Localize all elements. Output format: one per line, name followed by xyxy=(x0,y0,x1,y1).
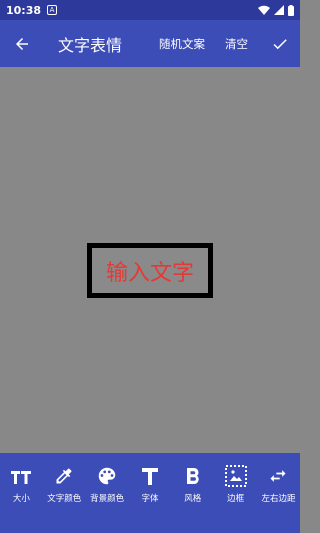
swap-horizontal-icon xyxy=(265,463,291,489)
back-button[interactable] xyxy=(0,20,44,67)
wifi-icon xyxy=(258,5,270,15)
tool-style[interactable]: 风格 xyxy=(173,459,213,533)
tool-text-color[interactable]: 文字颜色 xyxy=(44,459,84,533)
tool-label: 风格 xyxy=(184,494,202,504)
text-box-text: 输入文字 xyxy=(105,260,194,286)
app-bar: 文字表情 随机文案 清空 xyxy=(0,20,300,67)
tool-label: 字体 xyxy=(141,494,159,504)
tool-size[interactable]: 大小 xyxy=(1,459,41,533)
arrow-back-icon xyxy=(16,37,28,50)
tool-label: 大小 xyxy=(12,494,30,504)
palette-icon xyxy=(94,463,120,489)
signal-icon xyxy=(274,5,284,15)
notification-icon: A xyxy=(47,5,58,15)
text-size-icon xyxy=(8,463,34,489)
preview-canvas: 输入文字 xyxy=(0,67,300,453)
border-image-icon xyxy=(223,463,249,489)
random-text-button[interactable]: 随机文案 xyxy=(159,36,205,52)
tool-label: 边框 xyxy=(227,494,245,504)
bottom-toolbar: 大小 文字颜色 背景颜色 字体 风格 边框 左右边距 xyxy=(0,453,300,533)
status-bar: 10:38 A xyxy=(0,0,300,20)
tool-label: 背景颜色 xyxy=(90,494,125,504)
check-icon xyxy=(273,38,287,49)
tool-label: 文字颜色 xyxy=(47,494,82,504)
text-box[interactable]: 输入文字 xyxy=(87,243,213,298)
tool-bg-color[interactable]: 背景颜色 xyxy=(87,459,127,533)
tool-border[interactable]: 边框 xyxy=(216,459,256,533)
tool-font[interactable]: 字体 xyxy=(130,459,170,533)
eyedropper-icon xyxy=(51,463,77,489)
confirm-button[interactable] xyxy=(260,20,300,67)
bold-icon xyxy=(180,463,206,489)
battery-icon xyxy=(288,4,294,16)
status-icons xyxy=(258,4,294,16)
clear-button[interactable]: 清空 xyxy=(225,36,248,52)
tool-label: 左右边距 xyxy=(261,494,296,504)
font-t-icon xyxy=(137,463,163,489)
page-title: 文字表情 xyxy=(58,35,123,55)
status-time: 10:38 xyxy=(6,3,42,17)
tool-horizontal-padding[interactable]: 左右边距 xyxy=(258,459,298,533)
